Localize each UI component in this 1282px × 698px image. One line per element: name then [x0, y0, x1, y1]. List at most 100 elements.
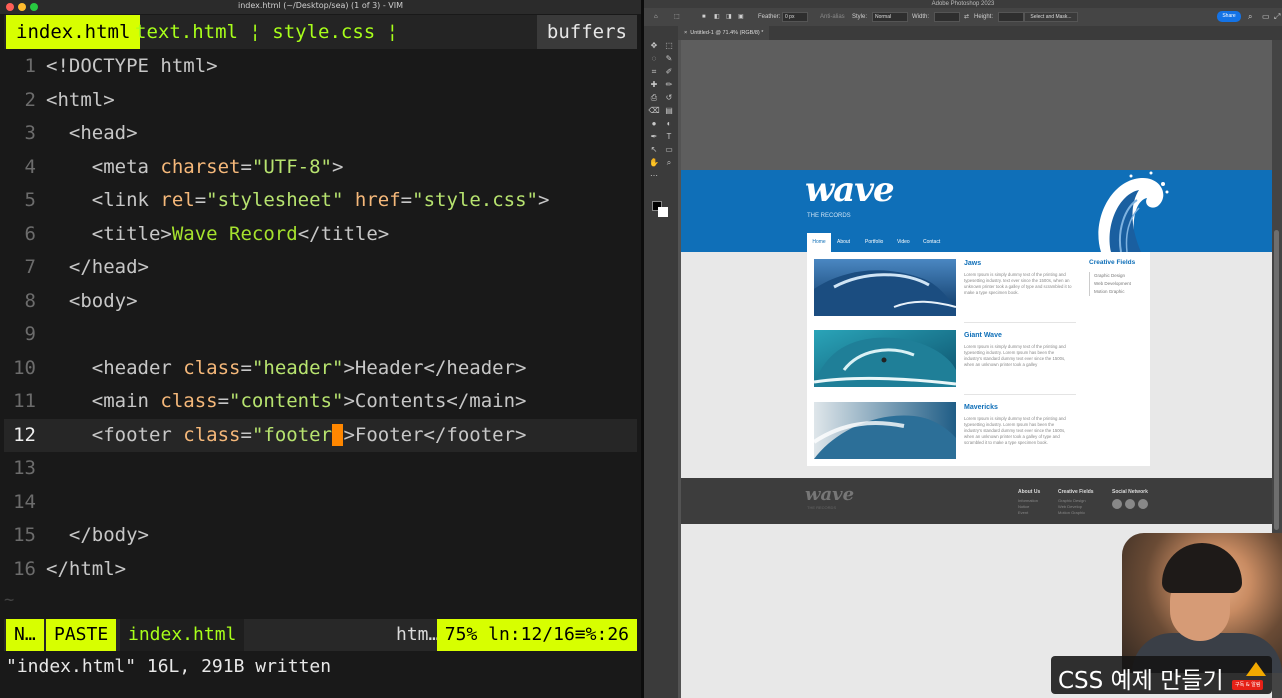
home-icon[interactable]: ⌂: [654, 12, 658, 22]
select-and-mask-button[interactable]: Select and Mask...: [1024, 12, 1078, 22]
code-token: =: [217, 390, 230, 412]
brush-tool-icon[interactable]: ✏: [663, 79, 675, 90]
line-number: 11: [13, 390, 36, 412]
photoshop-title: Adobe Photoshop 2023: [931, 1, 995, 7]
add-selection-icon[interactable]: ◧: [714, 12, 720, 22]
line-text: <body>: [46, 285, 138, 319]
mockup-logo: wave: [805, 170, 895, 210]
code-token: "footer: [251, 423, 333, 446]
height-input[interactable]: [998, 12, 1024, 22]
code-token: >: [537, 189, 550, 211]
code-line[interactable]: 8 <body>: [4, 285, 637, 319]
code-token: <html>: [46, 88, 115, 111]
code-line[interactable]: 14: [4, 486, 637, 520]
marquee-tool-icon[interactable]: ⬚: [663, 40, 675, 51]
lasso-tool-icon[interactable]: ◌: [648, 53, 660, 64]
code-line[interactable]: 5 <link rel="stylesheet" href="style.css…: [4, 184, 637, 218]
new-selection-icon[interactable]: ■: [702, 12, 706, 22]
code-line[interactable]: 3 <head>: [4, 117, 637, 151]
line-text: <html>: [46, 84, 115, 118]
code-token: =: [400, 189, 413, 211]
code-line[interactable]: 16 </html>: [4, 553, 637, 587]
post-title-giant-wave: Giant Wave: [964, 332, 1002, 339]
antialias-checkbox[interactable]: Anti-alias: [820, 12, 845, 22]
scrollbar-thumb[interactable]: [1274, 230, 1279, 530]
line-text: <head>: [46, 117, 138, 151]
pen-tool-icon[interactable]: ✒: [648, 131, 660, 142]
subtract-selection-icon[interactable]: ◨: [726, 12, 732, 22]
tab-index-html[interactable]: index.html: [6, 15, 141, 49]
dodge-tool-icon[interactable]: ◐: [663, 118, 675, 129]
crop-tool-icon[interactable]: ⌗: [648, 66, 660, 77]
more-tools-icon[interactable]: ⋯: [648, 170, 660, 181]
statusline-filename: index.html: [120, 619, 245, 651]
facebook-icon: [1125, 499, 1135, 509]
code-line[interactable]: 4 <meta charset="UTF-8">: [4, 151, 637, 185]
code-line[interactable]: 1 <!DOCTYPE html>: [4, 50, 637, 84]
blur-tool-icon[interactable]: ●: [648, 118, 660, 129]
footer-about-title: About Us: [1018, 489, 1041, 495]
mockup-content: Jaws Lorem Ipsum is simply dummy text of…: [807, 252, 1150, 466]
height-label: Height:: [974, 14, 994, 20]
code-token: Wave Record: [171, 222, 298, 245]
search-icon[interactable]: ⌕: [1248, 12, 1252, 22]
style-select[interactable]: Normal: [872, 12, 908, 22]
intersect-selection-icon[interactable]: ▣: [738, 12, 744, 22]
code-line[interactable]: 2 <html>: [4, 84, 637, 118]
code-line[interactable]: 9: [4, 318, 637, 352]
code-line[interactable]: 10 <header class="header">Header</header…: [4, 352, 637, 386]
tab-other-buffers[interactable]: text.html ¦ style.css ¦: [135, 15, 398, 49]
eyedropper-tool-icon[interactable]: ✐: [663, 66, 675, 77]
code-line[interactable]: 11 <main class="contents">Contents</main…: [4, 385, 637, 419]
code-token: class: [183, 356, 241, 379]
eraser-tool-icon[interactable]: ⌫: [648, 105, 660, 116]
background-color-swatch[interactable]: [658, 207, 668, 217]
path-select-tool-icon[interactable]: ↖: [648, 144, 660, 155]
zoom-tool-icon[interactable]: ⌕: [663, 157, 675, 168]
workspace-icon[interactable]: ▭: [1262, 12, 1270, 22]
hand-tool-icon[interactable]: ✋: [648, 157, 660, 168]
stamp-tool-icon[interactable]: ⎙: [648, 92, 660, 103]
bell-icon: [1246, 662, 1266, 676]
sidebar-title: Creative Fields: [1089, 259, 1136, 266]
document-tab[interactable]: × Untitled-1 @ 71.4% (RGB/8) *: [678, 26, 770, 40]
swap-icon[interactable]: ⇄: [964, 12, 969, 22]
width-input[interactable]: [934, 12, 960, 22]
vim-titlebar: index.html (~/Desktop/sea) (1 of 3) - VI…: [0, 0, 641, 14]
share-options-icon[interactable]: ⤢: [1274, 12, 1280, 22]
filetype-indicator: htm…: [396, 624, 440, 645]
vim-command-line[interactable]: "index.html" 16L, 291B written: [6, 656, 331, 677]
healing-tool-icon[interactable]: ✚: [648, 79, 660, 90]
move-tool-icon[interactable]: ✥: [648, 40, 660, 51]
history-brush-tool-icon[interactable]: ↺: [663, 92, 675, 103]
line-number: 2: [24, 88, 36, 111]
code-token: "contents": [229, 390, 344, 412]
footer-about-item: Notice: [1018, 504, 1030, 509]
code-line[interactable]: 15 </body>: [4, 519, 637, 553]
code-token: <header: [46, 356, 184, 379]
gradient-tool-icon[interactable]: ▤: [663, 105, 675, 116]
marquee-preset-icon[interactable]: ⬚: [674, 12, 680, 22]
line-number: 1: [24, 55, 36, 77]
line-number: 3: [24, 122, 36, 144]
mockup-nav-item: About: [837, 239, 851, 245]
code-token: </body>: [46, 524, 149, 546]
code-line[interactable]: 12 <footer class="footer">Footer</footer…: [4, 418, 637, 452]
code-token: <!DOCTYPE html>: [46, 55, 218, 77]
share-button[interactable]: Share: [1217, 11, 1241, 22]
line-number: 4: [24, 155, 36, 178]
feather-input[interactable]: 0 px: [782, 12, 808, 22]
rectangle-tool-icon[interactable]: ▭: [663, 144, 675, 155]
code-line[interactable]: 7 </head>: [4, 251, 637, 285]
document-tabbar: × Untitled-1 @ 71.4% (RGB/8) *: [678, 26, 1282, 40]
code-line[interactable]: 13: [4, 452, 637, 486]
code-line[interactable]: 6 <title>Wave Record</title>: [4, 218, 637, 252]
footer-fields-item: Motion Graphic: [1058, 510, 1086, 515]
line-text: <!DOCTYPE html>: [46, 50, 218, 84]
quick-select-tool-icon[interactable]: ✎: [663, 53, 675, 64]
code-editor[interactable]: 1 <!DOCTYPE html> 2 <html> 3 <head> 4 <meta c…: [4, 50, 637, 610]
type-tool-icon[interactable]: T: [663, 131, 675, 142]
code-token: </head>: [46, 256, 149, 278]
code-token: <title>: [46, 222, 172, 245]
code-token: href: [354, 189, 401, 211]
